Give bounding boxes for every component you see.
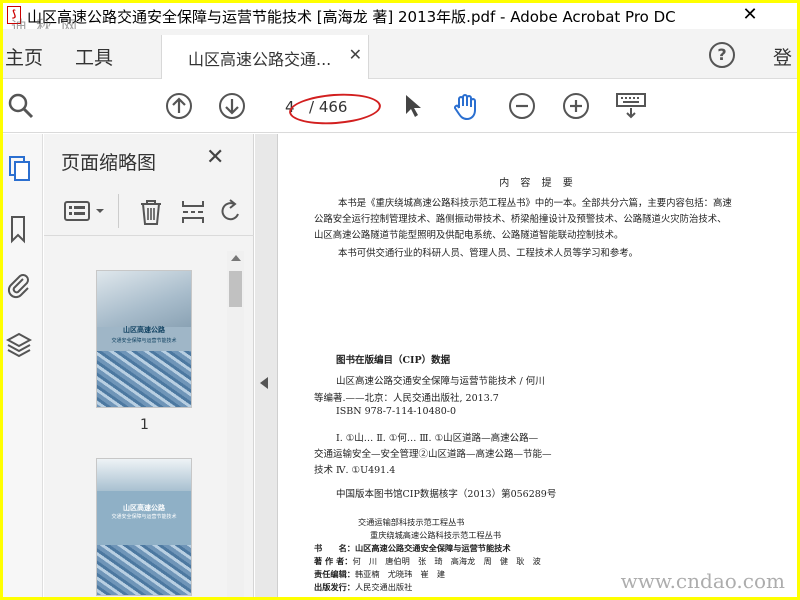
credit-value: 人民交通出版社 — [354, 582, 413, 592]
toolbar: 4 / 466 — [3, 80, 797, 133]
credit-label: 出版发行： — [314, 582, 355, 592]
hand-tool-icon[interactable] — [451, 92, 479, 121]
menu-bar: 主页 工具 山区高速公路交通... ✕ ? 登 — [3, 29, 797, 79]
toolbar-divider — [118, 194, 119, 228]
search-icon[interactable] — [7, 92, 35, 120]
credit-row: 责任编辑：韩亚楠 尤晓玮 崔 建 — [314, 568, 445, 580]
thumbnail-scrollbar[interactable] — [227, 251, 244, 597]
thumbnail-page-number: 1 — [140, 417, 149, 433]
credit-value: 何 川 唐伯明 张 琦 高海龙 周 健 耿 波 — [352, 556, 541, 566]
credit-value: 韩亚楠 尤晓玮 崔 建 — [354, 569, 446, 579]
document-tab[interactable]: 山区高速公路交通... ✕ — [161, 35, 369, 79]
page-thumbnail-2[interactable]: 山区高速公路 交通安全保障与运营节能技术 — [96, 458, 192, 596]
help-icon[interactable]: ? — [709, 42, 735, 68]
delete-icon[interactable] — [138, 198, 164, 230]
document-tab-label: 山区高速公路交通... — [188, 50, 332, 69]
credit-label: 书 名： — [314, 543, 355, 553]
series-line: 交通运输部科技示范工程丛书 — [358, 517, 465, 527]
cip-line: Ⅰ. ①山… Ⅱ. ①何… Ⅲ. ①山区道路—高速公路— — [336, 433, 539, 444]
summary-line: 本书可供交通行业的科研人员、管理人员、工程技术人员等学习和参考。 — [338, 248, 639, 259]
thumbnail-panel-title: 页面缩略图 — [61, 152, 157, 174]
cip-line: 交通运输安全—安全管理②山区道路—高速公路—节能— — [314, 449, 552, 460]
extract-pages-icon[interactable] — [180, 198, 206, 230]
cip-line: 等编著.——北京：人民交通出版社, 2013.7 — [314, 393, 499, 404]
rotate-icon[interactable] — [220, 198, 240, 230]
document-page: 内 容 提 要 本书是《重庆绕城高速公路科技示范工程丛书》中的一本。全部共分六篇… — [277, 134, 797, 597]
window-title: 山区高速公路交通安全保障与运营节能技术 [高海龙 著] 2013年版.pdf -… — [27, 8, 676, 26]
summary-line: 公路安全运行控制管理技术、路侧振动带技术、桥梁船撞设计及预警技术、公路隧道火灾防… — [314, 214, 727, 225]
thumbnail-list: 山区高速公路 交通安全保障与运营节能技术 1 山区高速公路 交通安全保障与运营节… — [44, 237, 244, 597]
credit-label: 责任编辑： — [314, 569, 355, 579]
credit-label: 著 作 者： — [314, 556, 353, 566]
document-tab-close-icon[interactable]: ✕ — [349, 45, 362, 64]
cip-line: 山区高速公路交通安全保障与运营节能技术 / 何川 — [336, 376, 545, 387]
thumbnail-cover-title: 山区高速公路 — [123, 326, 165, 334]
tab-home[interactable]: 主页 — [5, 43, 43, 70]
cip-line: ISBN 978-7-114-10480-0 — [336, 406, 456, 417]
summary-line: 山区高速公路隧道节能型照明及供配电系统、公路隧道智能联动控制技术。 — [314, 230, 624, 241]
prev-page-icon[interactable] — [165, 92, 193, 120]
summary-line: 本书是《重庆绕城高速公路科技示范工程丛书》中的一本。全部共分六篇，主要内容包括：… — [338, 198, 732, 209]
thumbnail-panel-close-icon[interactable]: ✕ — [206, 145, 224, 170]
attachment-icon[interactable] — [6, 270, 32, 300]
scroll-thumb[interactable] — [229, 271, 242, 307]
layers-icon[interactable] — [5, 330, 33, 360]
bookmark-icon[interactable] — [6, 214, 32, 244]
credit-row: 著 作 者：何 川 唐伯明 张 琦 高海龙 周 健 耿 波 — [314, 555, 541, 567]
tab-tools[interactable]: 工具 — [75, 43, 113, 70]
summary-heading: 内 容 提 要 — [499, 178, 577, 189]
acrobat-window: ⟆ 山区高速公路交通安全保障与运营节能技术 [高海龙 著] 2013年版.pdf… — [3, 3, 797, 597]
zoom-in-icon[interactable] — [562, 92, 590, 120]
thumbnail-cover-subtitle: 交通安全保障与运营节能技术 — [111, 514, 177, 520]
series-line: 重庆绕城高速公路科技示范工程丛书 — [370, 530, 502, 540]
login-button[interactable]: 登 — [773, 43, 792, 70]
credit-value: 山区高速公路交通安全保障与运营节能技术 — [354, 543, 511, 553]
page-thumbnail-1[interactable]: 山区高速公路 交通安全保障与运营节能技术 — [96, 270, 192, 408]
window-close-button[interactable]: ✕ — [735, 3, 765, 29]
cip-line: 技术 Ⅳ. ①U491.4 — [314, 465, 396, 476]
select-arrow-icon[interactable] — [399, 92, 427, 120]
collapse-panel-arrow-icon[interactable] — [260, 377, 268, 389]
credit-row: 书 名：山区高速公路交通安全保障与运营节能技术 — [314, 542, 511, 554]
title-bar: ⟆ 山区高速公路交通安全保障与运营节能技术 [高海龙 著] 2013年版.pdf… — [3, 3, 797, 29]
cip-line: 中国版本图书馆CIP数据核字（2013）第056289号 — [336, 489, 557, 500]
left-navigation-rail — [3, 134, 43, 597]
zoom-out-icon[interactable] — [508, 92, 536, 120]
watermark-bottom-right: www.cndao.com — [620, 569, 785, 593]
panel-splitter[interactable] — [255, 134, 277, 597]
thumbnail-cover-subtitle: 交通安全保障与运营节能技术 — [111, 338, 177, 344]
credit-row: 出版发行：人民交通出版社 — [314, 581, 412, 593]
scroll-up-arrow-icon[interactable] — [231, 255, 241, 261]
thumbnail-options-icon[interactable] — [64, 200, 108, 228]
next-page-icon[interactable] — [218, 92, 246, 120]
page-thumbnails-icon[interactable] — [6, 154, 32, 184]
thumbnail-cover-title: 山区高速公路 — [123, 504, 165, 512]
keyboard-icon[interactable] — [615, 92, 647, 120]
thumbnail-tools — [44, 190, 254, 236]
thumbnail-panel: 页面缩略图 ✕ 山区高速公路 交通安全保障与运营节能技术 1 山区高速公路 交通… — [44, 134, 254, 597]
cip-title: 图书在版编目（CIP）数据 — [336, 355, 451, 366]
